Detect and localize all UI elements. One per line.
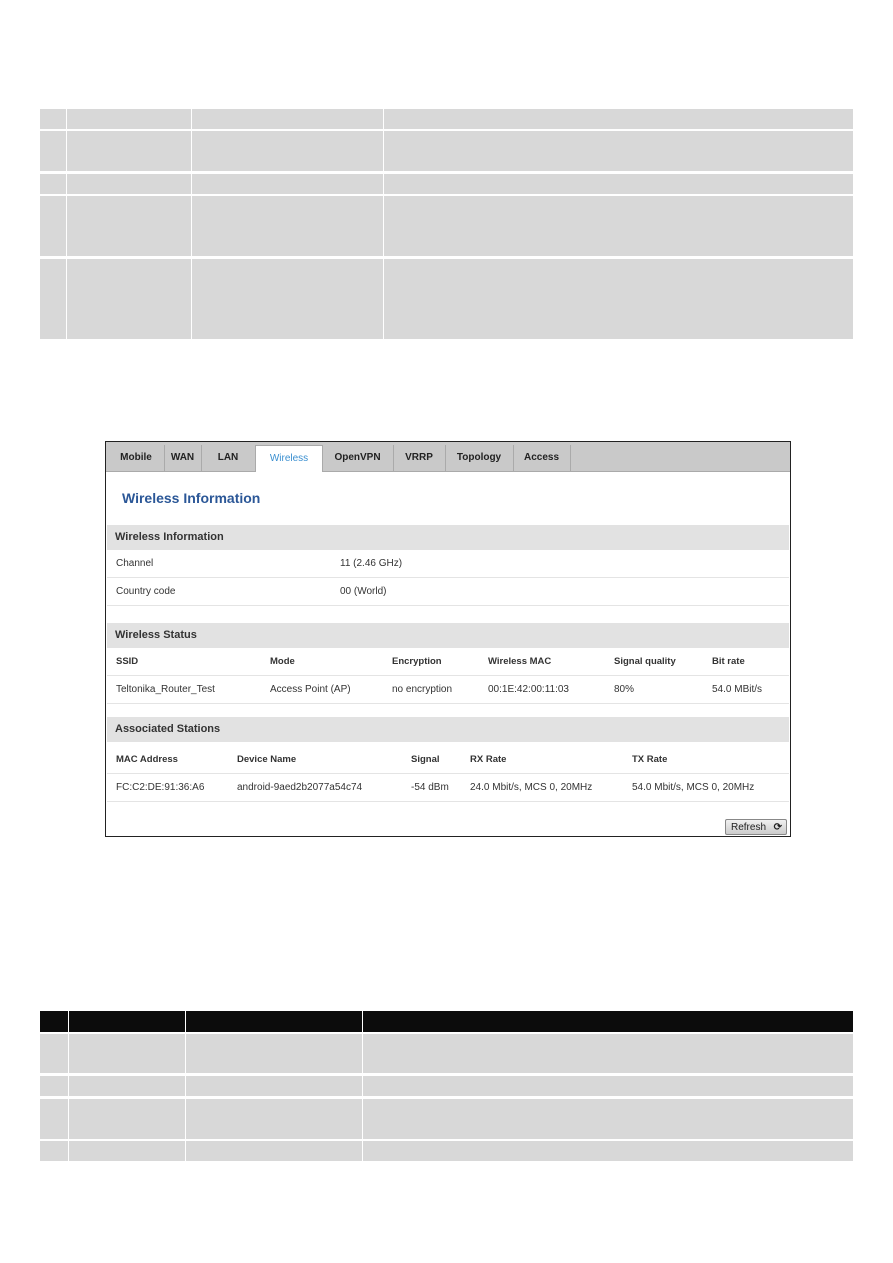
stations-header-row: MAC Address Device Name Signal RX Rate T… <box>107 746 789 774</box>
tab-lan[interactable]: LAN <box>201 445 256 471</box>
table-cell <box>363 1141 853 1161</box>
table-cell <box>67 109 191 129</box>
cell: 80% <box>614 684 635 695</box>
table-cell <box>186 1011 362 1032</box>
table-cell <box>192 196 383 256</box>
refresh-button[interactable]: Refresh ⟳ <box>725 819 787 835</box>
table-cell <box>40 1099 68 1139</box>
table-cell <box>69 1076 185 1096</box>
page-title: Wireless Information <box>122 490 261 506</box>
table-cell <box>384 259 853 339</box>
table-cell <box>40 1141 68 1161</box>
router-screenshot: Mobile WAN LAN Wireless OpenVPN VRRP Top… <box>105 441 791 837</box>
cell: FC:C2:DE:91:36:A6 <box>116 782 205 793</box>
table-cell <box>384 131 853 171</box>
table-cell <box>363 1011 853 1032</box>
table-cell <box>192 259 383 339</box>
table-cell <box>67 131 191 171</box>
table-cell <box>192 131 383 171</box>
cell: no encryption <box>392 684 453 695</box>
info-value: 00 (World) <box>340 586 387 597</box>
table-cell <box>69 1099 185 1139</box>
info-value: 11 (2.46 GHz) <box>340 558 403 569</box>
cell: android-9aed2b2077a54c74 <box>237 782 363 793</box>
table-cell <box>69 1034 185 1073</box>
document-page: Mobile WAN LAN Wireless OpenVPN VRRP Top… <box>0 0 893 1263</box>
table-cell <box>384 196 853 256</box>
table-cell <box>186 1141 362 1161</box>
section-wireless-information: Wireless Information <box>107 525 789 550</box>
col-header: TX Rate <box>632 754 668 765</box>
table-cell <box>363 1076 853 1096</box>
status-header-row: SSID Mode Encryption Wireless MAC Signal… <box>107 648 789 676</box>
table-cell <box>40 1034 68 1073</box>
info-row-country: Country code 00 (World) <box>107 578 789 606</box>
table-cell <box>40 174 66 194</box>
tab-topology[interactable]: Topology <box>445 445 514 471</box>
table-cell <box>67 174 191 194</box>
table-cell <box>67 196 191 256</box>
table-cell <box>384 174 853 194</box>
info-row-channel: Channel 11 (2.46 GHz) <box>107 550 789 578</box>
refresh-icon: ⟳ <box>773 822 782 833</box>
cell: 00:1E:42:00:11:03 <box>488 684 569 695</box>
info-label: Channel <box>116 558 154 569</box>
table-cell <box>40 131 66 171</box>
table-cell <box>363 1099 853 1139</box>
cell: 54.0 MBit/s <box>712 684 763 695</box>
col-header: Mode <box>270 656 295 667</box>
section-wireless-status: Wireless Status <box>107 623 789 648</box>
table-cell <box>186 1034 362 1073</box>
col-header: Device Name <box>237 754 297 765</box>
col-header: Signal quality <box>614 656 676 667</box>
col-header: SSID <box>116 656 139 667</box>
tab-access[interactable]: Access <box>513 445 571 471</box>
table-cell <box>186 1076 362 1096</box>
tab-wireless[interactable]: Wireless <box>255 445 323 472</box>
table-cell <box>384 109 853 129</box>
cell: Teltonika_Router_Test <box>116 684 215 695</box>
table-cell <box>363 1034 853 1073</box>
col-header: RX Rate <box>470 754 507 765</box>
col-header: Wireless MAC <box>488 656 552 667</box>
tab-bar: Mobile WAN LAN Wireless OpenVPN VRRP Top… <box>106 442 790 472</box>
refresh-label: Refresh <box>731 822 767 833</box>
tab-openvpn[interactable]: OpenVPN <box>322 445 394 471</box>
table-cell <box>40 1011 68 1032</box>
col-header: MAC Address <box>116 754 178 765</box>
table-cell <box>192 109 383 129</box>
tab-wan[interactable]: WAN <box>164 445 202 471</box>
info-label: Country code <box>116 586 176 597</box>
cell: -54 dBm <box>411 782 449 793</box>
cell: 54.0 Mbit/s, MCS 0, 20MHz <box>632 782 755 793</box>
col-header: Bit rate <box>712 656 745 667</box>
table-cell <box>69 1011 185 1032</box>
table-cell <box>40 109 66 129</box>
table-cell <box>186 1099 362 1139</box>
cell: 24.0 Mbit/s, MCS 0, 20MHz <box>470 782 593 793</box>
tab-mobile[interactable]: Mobile <box>108 445 165 471</box>
table-cell <box>67 259 191 339</box>
cell: Access Point (AP) <box>270 684 351 695</box>
table-cell <box>40 1076 68 1096</box>
table-cell <box>69 1141 185 1161</box>
col-header: Encryption <box>392 656 442 667</box>
tab-vrrp[interactable]: VRRP <box>393 445 446 471</box>
table-row: Teltonika_Router_Test Access Point (AP) … <box>107 676 789 704</box>
col-header: Signal <box>411 754 440 765</box>
table-cell <box>40 259 66 339</box>
table-cell <box>192 174 383 194</box>
section-associated-stations: Associated Stations <box>107 717 789 742</box>
table-row: FC:C2:DE:91:36:A6 android-9aed2b2077a54c… <box>107 774 789 802</box>
table-cell <box>40 196 66 256</box>
